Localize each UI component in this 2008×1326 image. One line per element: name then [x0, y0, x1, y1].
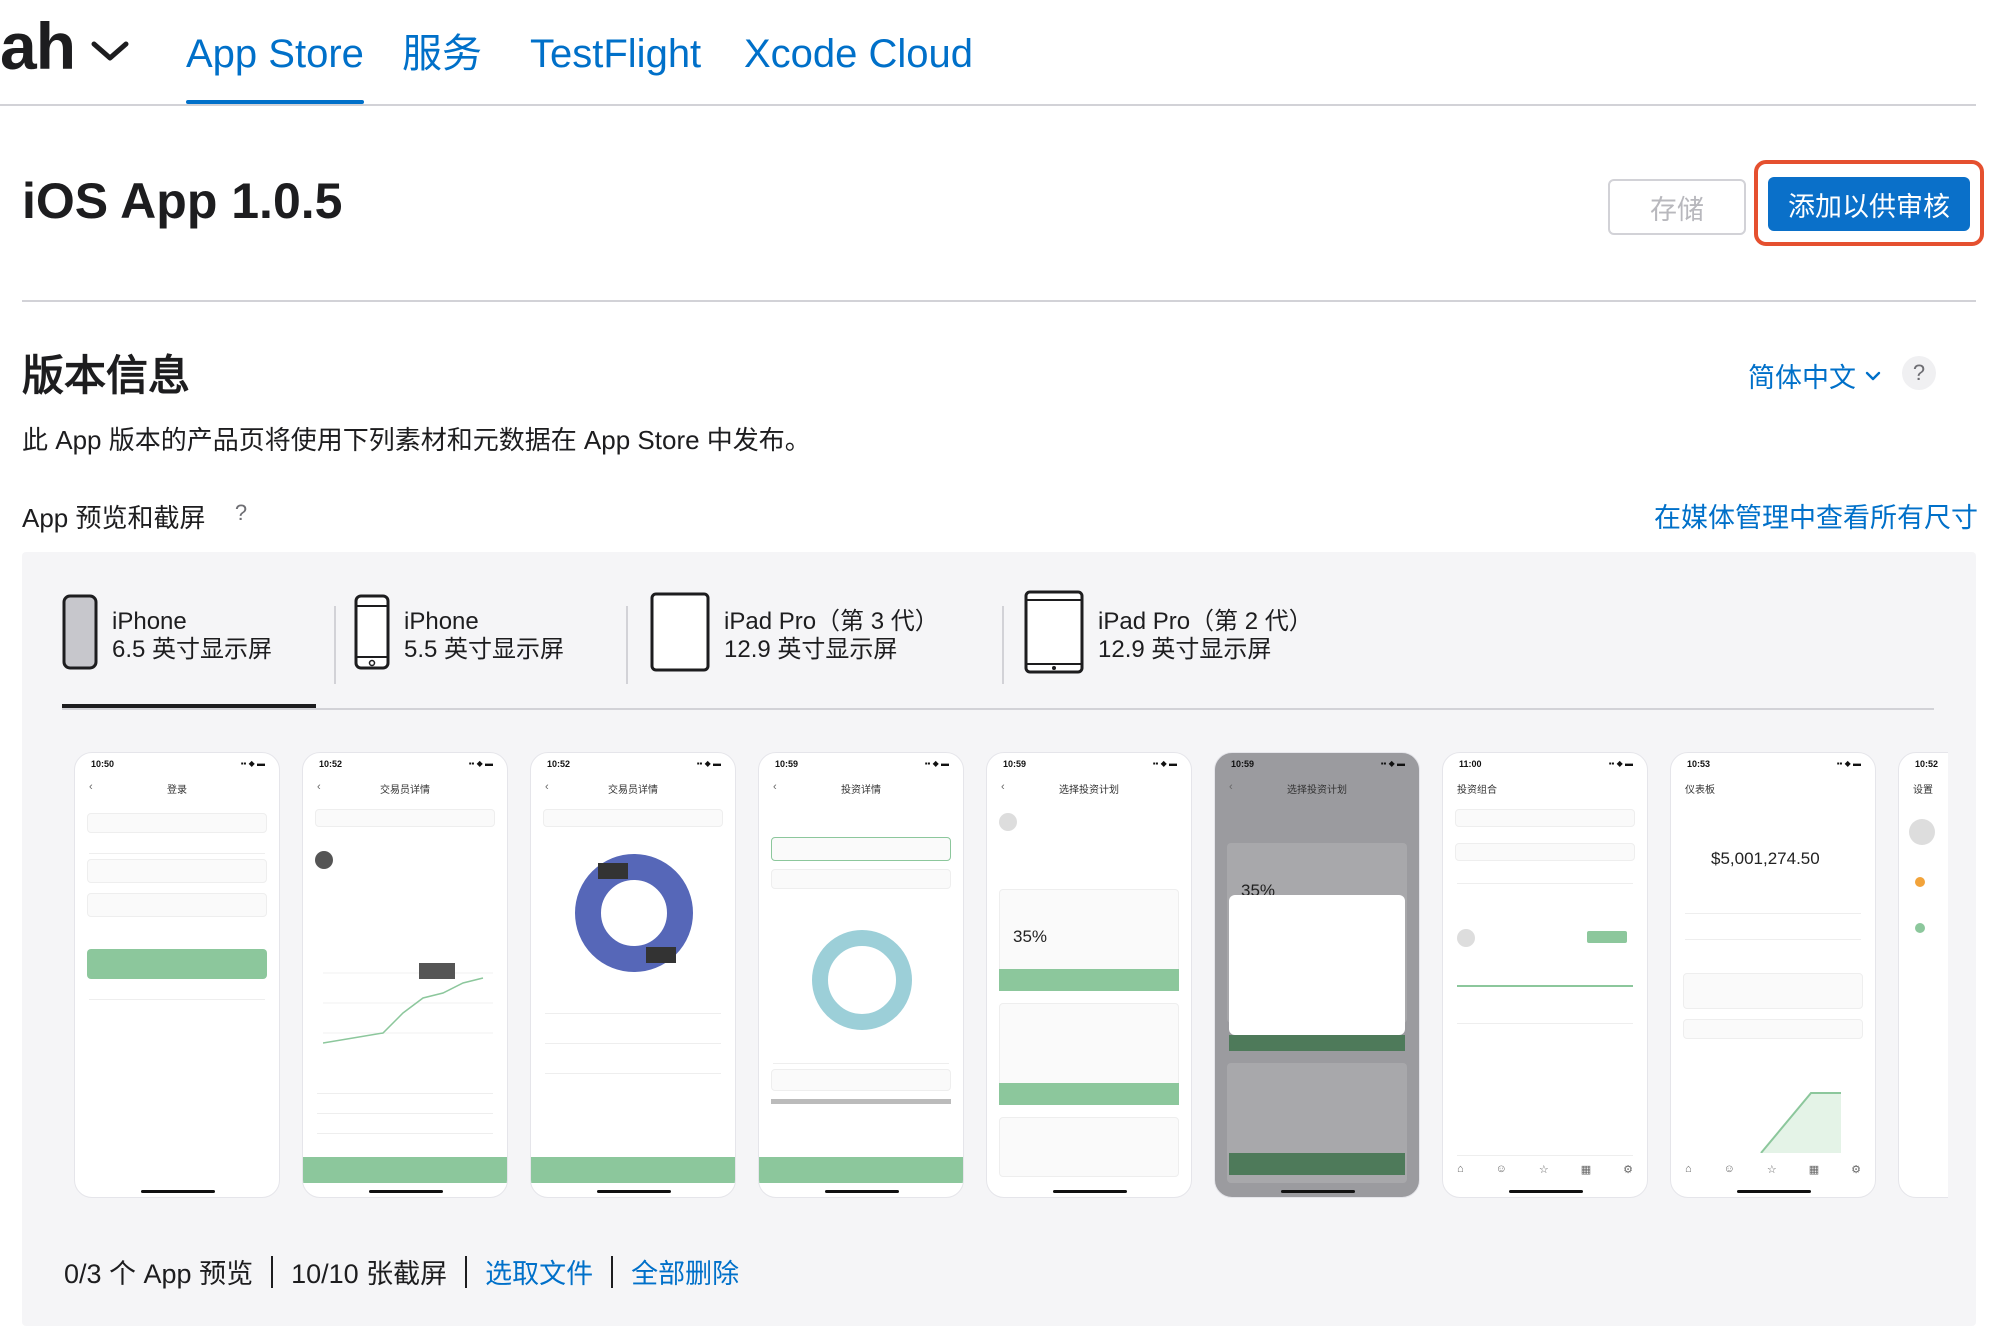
device-tabs: iPhone 6.5 英寸显示屏 iPhone 5.5 英寸显示屏 iPad P… [62, 586, 1934, 710]
screenshot-thumbnail[interactable]: 10:52 ▪▪ ◆ ▬ ‹ 交易员详情 [530, 752, 736, 1198]
device-tab-ipad-pro-2[interactable]: iPad Pro（第 2 代） 12.9 英寸显示屏 [1024, 586, 1344, 708]
footer-separator [611, 1255, 614, 1288]
preview-count: 0/3 个 App 预览 [64, 1259, 254, 1289]
tab-separator [626, 606, 628, 684]
view-all-sizes-link[interactable]: 在媒体管理中查看所有尺寸 [1654, 496, 1978, 535]
page-title: iOS App 1.0.5 [22, 173, 343, 229]
device-tab-iphone-5-5[interactable]: iPhone 5.5 英寸显示屏 [354, 586, 590, 708]
app-name[interactable]: ah [0, 8, 76, 84]
screenshot-thumbnail[interactable]: 10:59 ▪▪ ◆ ▬ ‹ 投资详情 [758, 752, 964, 1198]
top-navigation: ah App Store 服务 TestFlight Xcode Cloud [0, 0, 1976, 106]
language-select[interactable]: 简体中文 [1748, 356, 1882, 395]
media-panel: iPhone 6.5 英寸显示屏 iPhone 5.5 英寸显示屏 iPad P… [22, 552, 1976, 1326]
media-section-title: App 预览和截屏 [22, 503, 206, 533]
screenshot-thumbnail[interactable]: 10:52 ▪▪ ◆ ▬ ‹ 交易员详情 [302, 752, 508, 1198]
submit-highlight-box: 添加以供审核 [1754, 160, 1984, 246]
screenshot-thumbnail[interactable]: 11:00 ▪▪ ◆ ▬ 投资组合 ⌂ ☺ ☆ ▦ ⚙ [1442, 752, 1648, 1198]
save-button[interactable]: 存储 [1608, 179, 1746, 235]
version-info-title: 版本信息 [22, 352, 191, 399]
media-footer: 0/3 个 App 预览 10/10 张截屏 选取文件 全部删除 [64, 1252, 739, 1291]
help-icon[interactable]: ? [226, 498, 256, 528]
screenshot-thumbnail[interactable]: 10:52 设置 [1898, 752, 1948, 1198]
tab-testflight[interactable]: TestFlight [530, 30, 701, 78]
add-for-review-button[interactable]: 添加以供审核 [1768, 177, 1970, 231]
screenshot-clip: 10:52 设置 [1898, 752, 1948, 1198]
device-tab-ipad-pro-3[interactable]: iPad Pro（第 3 代） 12.9 英寸显示屏 [650, 586, 970, 708]
device-tab-label: iPad Pro（第 2 代） 12.9 英寸显示屏 [1098, 608, 1313, 663]
device-tab-label: iPad Pro（第 3 代） 12.9 英寸显示屏 [724, 608, 939, 663]
chevron-down-icon[interactable] [90, 36, 130, 66]
screenshot-thumbnail[interactable]: 10:59 ▪▪ ◆ ▬ ‹ 选择投资计划 35% [1214, 752, 1420, 1198]
screenshot-thumbnail[interactable]: 10:53 ▪▪ ◆ ▬ 仪表板 $5,001,274.50 ⌂ ☺ ☆ ▦ ⚙ [1670, 752, 1876, 1198]
screenshot-thumbnail[interactable]: 10:50 ▪▪ ◆ ▬ ‹ 登录 [74, 752, 280, 1198]
device-tab-label: iPhone 6.5 英寸显示屏 [112, 608, 273, 663]
footer-separator [271, 1255, 274, 1288]
tab-separator [1002, 606, 1004, 684]
version-info-description: 此 App 版本的产品页将使用下列素材和元数据在 App Store 中发布。 [22, 425, 811, 455]
screenshot-thumbnail[interactable]: 10:59 ▪▪ ◆ ▬ ‹ 选择投资计划 35% [986, 752, 1192, 1198]
language-select-label: 简体中文 [1748, 363, 1856, 393]
tab-app-store[interactable]: App Store [186, 30, 364, 104]
device-tab-label: iPhone 5.5 英寸显示屏 [404, 608, 565, 663]
help-icon[interactable]: ? [1902, 356, 1936, 390]
device-tab-iphone-6-5[interactable]: iPhone 6.5 英寸显示屏 [62, 586, 316, 708]
chevron-down-icon [1865, 371, 1881, 380]
tab-services[interactable]: 服务 [402, 30, 482, 78]
screenshot-count: 10/10 张截屏 [291, 1259, 448, 1289]
tab-separator [334, 606, 336, 684]
iphone-home-button-icon [354, 594, 390, 670]
header-divider [22, 300, 1976, 302]
choose-file-link[interactable]: 选取文件 [485, 1252, 593, 1291]
delete-all-link[interactable]: 全部删除 [631, 1252, 739, 1291]
ipad-home-button-icon [1024, 590, 1084, 674]
ipad-icon [650, 592, 710, 672]
footer-separator [465, 1255, 468, 1288]
iphone-icon [62, 594, 98, 670]
tab-xcode-cloud[interactable]: Xcode Cloud [744, 30, 973, 78]
